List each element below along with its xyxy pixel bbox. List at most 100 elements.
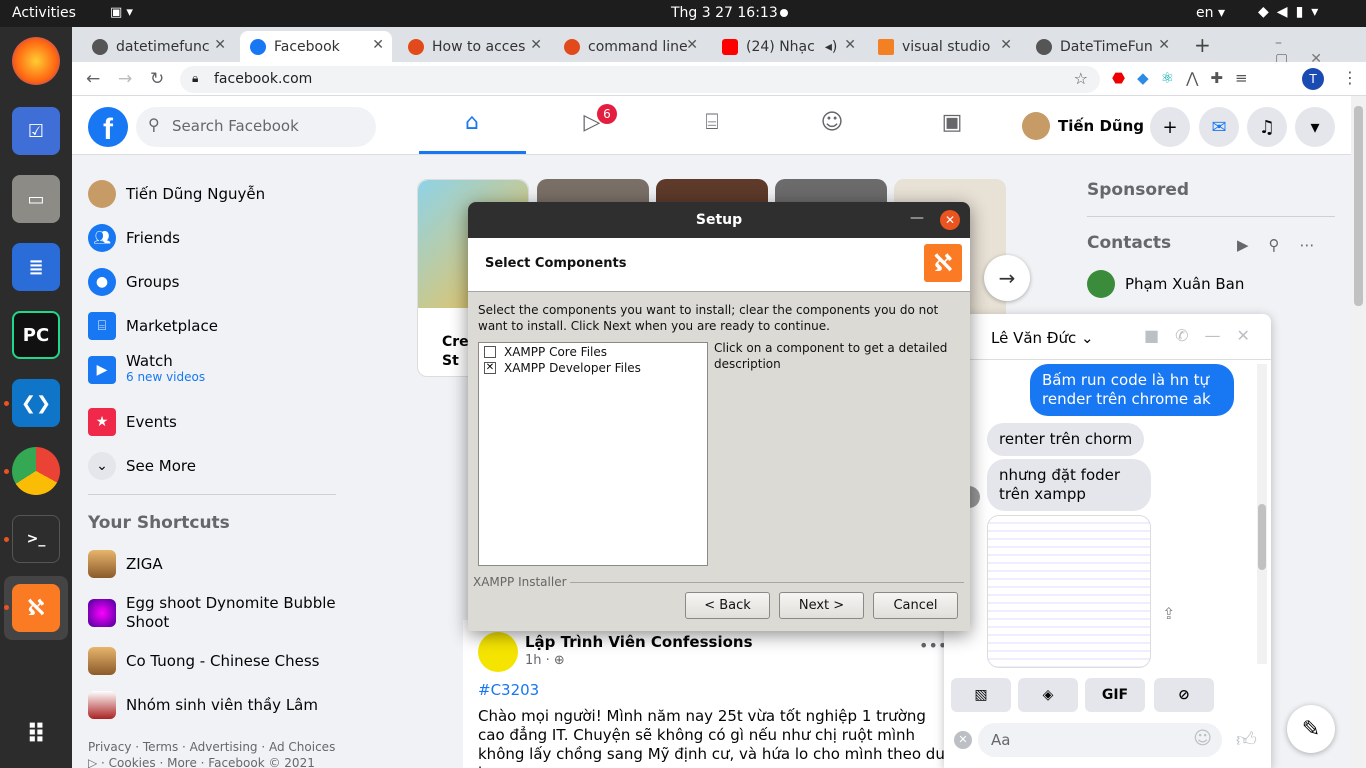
sidebar-item-watch[interactable]: ▶ Watch 6 new videos bbox=[88, 352, 205, 384]
sidebar-item-groups[interactable]: ● Groups bbox=[88, 268, 179, 296]
minimize-icon[interactable]: — bbox=[1205, 326, 1237, 345]
language-indicator[interactable]: en ▾ bbox=[1196, 5, 1225, 21]
phone-icon[interactable]: ✆ bbox=[1175, 326, 1204, 345]
address-bar[interactable]: 🔒︎ facebook.com ☆ bbox=[180, 66, 1100, 93]
minimize-icon[interactable]: — bbox=[910, 210, 924, 226]
groups-icon[interactable]: ☺ bbox=[817, 110, 847, 140]
next-button[interactable]: Next > bbox=[779, 592, 864, 619]
vscode-icon[interactable]: ❮❯ bbox=[12, 379, 60, 427]
checkbox-unchecked[interactable] bbox=[484, 346, 496, 358]
tab-facebook[interactable]: Facebook ✕ bbox=[240, 31, 392, 62]
system-tray[interactable]: ◆◀▮▾ bbox=[1258, 4, 1326, 20]
facebook-logo[interactable]: f bbox=[88, 107, 128, 147]
playlist-icon[interactable]: ≡ bbox=[1235, 69, 1260, 87]
post-author[interactable]: Lập Trình Viên Confessions bbox=[525, 633, 753, 651]
shortcut-nhom-sinh-vien[interactable]: Nhóm sinh viên thầy Lâm bbox=[88, 691, 318, 719]
post-hashtag[interactable]: #C3203 bbox=[478, 681, 539, 699]
checkbox-checked[interactable]: ✕ bbox=[484, 362, 496, 374]
contact-pham-xuan-ban[interactable]: Phạm Xuân Ban bbox=[1087, 270, 1244, 298]
message-input[interactable]: Aa ☺ bbox=[978, 723, 1222, 757]
extension-react-icon[interactable]: ⚛ bbox=[1161, 69, 1186, 87]
stories-next-arrow-icon[interactable]: → bbox=[984, 255, 1030, 301]
sidebar-item-marketplace[interactable]: ⌸ Marketplace bbox=[88, 312, 218, 340]
component-developer-files[interactable]: ✕ XAMPP Developer Files bbox=[484, 361, 641, 375]
scrollbar-thumb[interactable] bbox=[1258, 504, 1266, 570]
close-icon[interactable]: ✕ bbox=[530, 37, 542, 53]
firefox-icon[interactable] bbox=[12, 37, 60, 85]
show-apps-icon[interactable]: ⠿ bbox=[12, 711, 60, 759]
close-icon[interactable]: ✕ bbox=[1237, 326, 1266, 345]
forward-arrow-icon[interactable]: → bbox=[118, 69, 132, 89]
attachment-icon[interactable]: ⊘ bbox=[1154, 678, 1214, 712]
puzzle-icon[interactable]: ✚ bbox=[1210, 69, 1235, 87]
kebab-menu-icon[interactable]: ⋮ bbox=[1342, 68, 1358, 87]
extension-drop-icon[interactable]: ◆ bbox=[1137, 69, 1161, 87]
footer-links[interactable]: Privacy · Terms · Advertising · Ad Choic… bbox=[88, 739, 348, 768]
close-icon[interactable]: ✕ bbox=[214, 37, 226, 53]
files-icon[interactable]: ▭ bbox=[12, 175, 60, 223]
tab-how-to-access[interactable]: How to acces ✕ bbox=[398, 31, 550, 62]
scrollbar-thumb[interactable] bbox=[1354, 106, 1363, 306]
home-icon[interactable]: ⌂ bbox=[457, 110, 487, 140]
more-options-icon[interactable]: ⋯ bbox=[1300, 236, 1335, 254]
photo-icon[interactable]: ▧ bbox=[951, 678, 1011, 712]
xampp-icon[interactable]: ℵ bbox=[12, 584, 60, 632]
sidebar-item-profile[interactable]: Tiến Dũng Nguyễn bbox=[88, 180, 265, 208]
back-button[interactable]: < Back bbox=[685, 592, 770, 619]
profile-link[interactable]: Tiến Dũng bbox=[1022, 112, 1144, 140]
share-icon[interactable]: ⇪ bbox=[1162, 604, 1175, 623]
gaming-icon[interactable]: ▣ bbox=[937, 110, 967, 140]
new-room-icon[interactable]: ▶ bbox=[1237, 236, 1269, 254]
sidebar-item-see-more[interactable]: ⌄ See More bbox=[88, 452, 196, 480]
emoji-icon[interactable]: ☺ bbox=[1193, 728, 1212, 749]
search-icon[interactable]: ⚲ bbox=[1269, 236, 1300, 254]
tab-youtube[interactable]: (24) Nhạc ◂) ✕ bbox=[712, 31, 864, 62]
shortcut-co-tuong[interactable]: Co Tuong - Chinese Chess bbox=[88, 647, 320, 675]
back-arrow-icon[interactable]: ← bbox=[86, 69, 100, 89]
reload-icon[interactable]: ↻ bbox=[150, 69, 164, 89]
chat-contact-name[interactable]: Lê Văn Đức ⌄ bbox=[991, 329, 1094, 347]
close-icon[interactable]: ✕ bbox=[686, 37, 698, 53]
minimize-icon[interactable]: – bbox=[1275, 35, 1304, 51]
chat-scrollbar[interactable] bbox=[1257, 364, 1267, 664]
star-icon[interactable]: ☆ bbox=[1074, 69, 1088, 88]
new-message-icon[interactable]: ✎ bbox=[1287, 705, 1335, 753]
close-icon[interactable]: ✕ bbox=[1000, 37, 1012, 53]
pycharm-icon[interactable]: PC bbox=[12, 311, 60, 359]
search-input[interactable]: ⚲ Search Facebook bbox=[136, 107, 376, 147]
new-tab-button[interactable]: + bbox=[1194, 33, 1211, 57]
chat-image-attachment[interactable] bbox=[987, 515, 1151, 668]
clock[interactable]: Thg 3 27 16:13 bbox=[671, 5, 778, 21]
close-icon[interactable]: ✕ bbox=[954, 731, 972, 749]
close-icon[interactable]: ✕ bbox=[940, 210, 960, 230]
tasks-icon[interactable]: ☑ bbox=[12, 107, 60, 155]
post-time[interactable]: 1h · ⊕ bbox=[525, 653, 565, 668]
thumbs-up-icon[interactable]: 👍︎ bbox=[1236, 727, 1257, 752]
tab-command-line[interactable]: command line ✕ bbox=[554, 31, 706, 62]
shortcut-ziga[interactable]: ZIGA bbox=[88, 550, 163, 578]
sidebar-item-events[interactable]: ★ Events bbox=[88, 408, 177, 436]
messenger-icon[interactable]: ✉ bbox=[1199, 107, 1239, 147]
close-icon[interactable]: ✕ bbox=[372, 37, 384, 53]
sticker-icon[interactable]: ◈ bbox=[1018, 678, 1078, 712]
close-icon[interactable]: ✕ bbox=[844, 37, 856, 53]
page-avatar[interactable] bbox=[478, 632, 518, 672]
writer-icon[interactable]: ≣ bbox=[12, 243, 60, 291]
extension-icon[interactable]: ⋀ bbox=[1186, 69, 1210, 87]
page-scrollbar[interactable] bbox=[1351, 96, 1366, 768]
gif-button[interactable]: GIF bbox=[1085, 678, 1145, 712]
sidebar-item-friends[interactable]: 👥︎ Friends bbox=[88, 224, 180, 252]
marketplace-icon[interactable]: ⌸ bbox=[697, 110, 727, 140]
chrome-icon[interactable] bbox=[12, 447, 60, 495]
close-icon[interactable]: ✕ bbox=[1158, 37, 1170, 53]
shortcut-egg-shoot[interactable]: Egg shoot Dynomite Bubble Shoot bbox=[88, 594, 338, 632]
create-button[interactable]: + bbox=[1150, 107, 1190, 147]
account-menu-chevron-icon[interactable]: ▾ bbox=[1295, 107, 1335, 147]
bell-icon[interactable]: ♫ bbox=[1247, 107, 1287, 147]
cancel-button[interactable]: Cancel bbox=[873, 592, 958, 619]
extension-adblock-icon[interactable]: ⬣ bbox=[1112, 69, 1137, 87]
profile-avatar[interactable]: T bbox=[1302, 68, 1324, 90]
app-menu-icon[interactable]: ▣ ▾ bbox=[110, 5, 133, 20]
tab-visual-studio[interactable]: visual studio ✕ bbox=[868, 31, 1020, 62]
tab-datetimefun[interactable]: DateTimeFun ✕ bbox=[1026, 31, 1178, 62]
